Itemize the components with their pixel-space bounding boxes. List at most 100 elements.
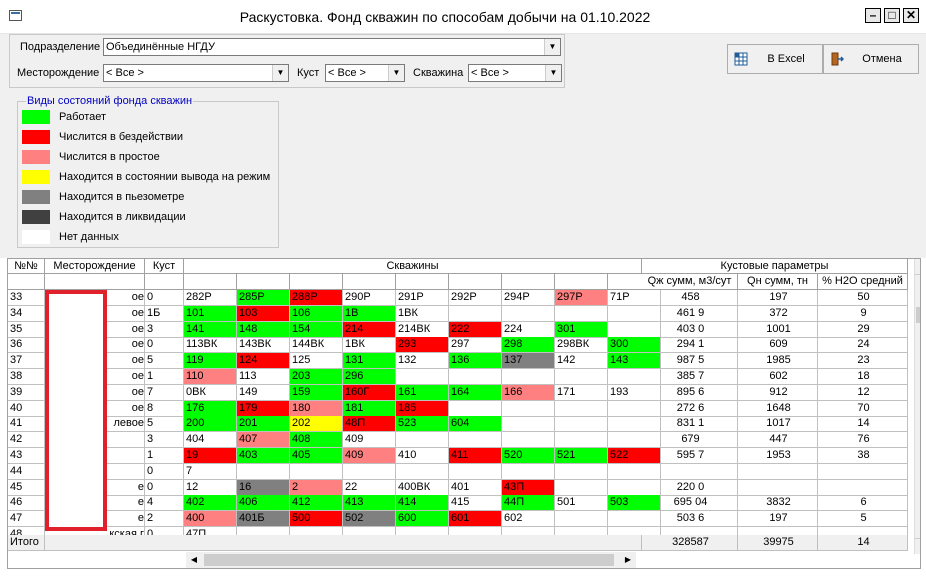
- well-cell[interactable]: 180: [290, 400, 343, 417]
- cancel-button[interactable]: Отмена: [823, 44, 919, 74]
- column-header-pad[interactable]: Куст: [145, 259, 184, 274]
- well-cell[interactable]: 406: [237, 495, 290, 512]
- wells-grid[interactable]: №№ Месторождение Куст Скважины Кустовые пара…: [7, 258, 921, 569]
- well-cell[interactable]: 43П: [502, 479, 555, 496]
- column-header-q-liquid[interactable]: Qж сумм, м3/сут: [642, 274, 738, 290]
- well-cell[interactable]: 44П: [502, 495, 555, 512]
- well-cell[interactable]: 201: [237, 416, 290, 433]
- well-cell[interactable]: [502, 400, 555, 417]
- well-cell[interactable]: 144ВК: [290, 337, 343, 354]
- well-cell[interactable]: [449, 305, 502, 322]
- well-select[interactable]: < Все > ▼: [468, 64, 562, 82]
- well-cell[interactable]: 297: [449, 337, 502, 354]
- well-cell[interactable]: 1ВК: [343, 337, 396, 354]
- well-cell[interactable]: 401: [449, 479, 502, 496]
- well-cell[interactable]: 301: [555, 321, 608, 338]
- well-cell[interactable]: 203: [290, 369, 343, 385]
- column-header-params[interactable]: Кустовые параметры: [642, 259, 908, 274]
- well-cell[interactable]: 409: [343, 432, 396, 449]
- well-cell[interactable]: 119: [184, 353, 237, 370]
- well-cell[interactable]: 142: [555, 353, 608, 370]
- well-cell[interactable]: 7: [184, 463, 237, 480]
- well-cell[interactable]: [502, 432, 555, 449]
- well-cell[interactable]: 601: [449, 511, 502, 528]
- well-cell[interactable]: [555, 432, 608, 449]
- well-cell[interactable]: 291Р: [396, 290, 449, 306]
- vertical-scrollbar[interactable]: ▲ ▼: [914, 259, 920, 554]
- well-cell[interactable]: 500: [290, 511, 343, 528]
- well-cell[interactable]: 285Р: [237, 290, 290, 306]
- well-cell[interactable]: 288Р: [290, 290, 343, 306]
- well-cell[interactable]: 181: [343, 400, 396, 417]
- well-cell[interactable]: 412: [290, 495, 343, 512]
- well-cell[interactable]: 414: [396, 495, 449, 512]
- scroll-right-icon[interactable]: ▶: [620, 552, 636, 568]
- well-cell[interactable]: 521: [555, 448, 608, 464]
- well-cell[interactable]: 159: [290, 384, 343, 401]
- well-cell[interactable]: 16: [237, 479, 290, 496]
- well-cell[interactable]: 12: [184, 479, 237, 496]
- well-cell[interactable]: 409: [343, 448, 396, 464]
- well-cell[interactable]: 501: [555, 495, 608, 512]
- well-cell[interactable]: 176: [184, 400, 237, 417]
- well-cell[interactable]: [449, 463, 502, 480]
- well-cell[interactable]: 600: [396, 511, 449, 528]
- well-cell[interactable]: 149: [237, 384, 290, 401]
- well-cell[interactable]: 106: [290, 305, 343, 322]
- well-cell[interactable]: 22: [343, 479, 396, 496]
- well-cell[interactable]: 602: [502, 511, 555, 528]
- well-cell[interactable]: [396, 369, 449, 385]
- well-cell[interactable]: [555, 400, 608, 417]
- well-cell[interactable]: 202: [290, 416, 343, 433]
- well-cell[interactable]: 48П: [343, 416, 396, 433]
- well-cell[interactable]: 131: [343, 353, 396, 370]
- well-cell[interactable]: 296: [343, 369, 396, 385]
- well-cell[interactable]: 185: [396, 400, 449, 417]
- well-cell[interactable]: [555, 305, 608, 322]
- well-cell[interactable]: 294Р: [502, 290, 555, 306]
- well-cell[interactable]: 298: [502, 337, 555, 354]
- well-cell[interactable]: 154: [290, 321, 343, 338]
- well-cell[interactable]: 403: [237, 448, 290, 464]
- well-cell[interactable]: 160Г: [343, 384, 396, 401]
- well-cell[interactable]: [396, 432, 449, 449]
- close-button[interactable]: ✕: [903, 8, 919, 23]
- well-cell[interactable]: 141: [184, 321, 237, 338]
- well-cell[interactable]: 298ВК: [555, 337, 608, 354]
- well-cell[interactable]: [502, 463, 555, 480]
- well-cell[interactable]: [555, 416, 608, 433]
- scroll-down-icon[interactable]: ▼: [915, 538, 920, 554]
- well-cell[interactable]: [449, 369, 502, 385]
- scroll-left-icon[interactable]: ◀: [186, 552, 202, 568]
- well-cell[interactable]: 166: [502, 384, 555, 401]
- well-cell[interactable]: [502, 416, 555, 433]
- well-cell[interactable]: 292Р: [449, 290, 502, 306]
- well-cell[interactable]: 179: [237, 400, 290, 417]
- well-cell[interactable]: 103: [237, 305, 290, 322]
- excel-button[interactable]: В Excel: [727, 44, 823, 74]
- well-cell[interactable]: 405: [290, 448, 343, 464]
- well-cell[interactable]: 410: [396, 448, 449, 464]
- well-cell[interactable]: 19: [184, 448, 237, 464]
- column-header-wells[interactable]: Скважины: [184, 259, 642, 274]
- well-cell[interactable]: 224: [502, 321, 555, 338]
- well-cell[interactable]: 124: [237, 353, 290, 370]
- well-cell[interactable]: 523: [396, 416, 449, 433]
- well-cell[interactable]: 400: [184, 511, 237, 528]
- column-header-no[interactable]: №№: [8, 259, 45, 274]
- well-cell[interactable]: [555, 511, 608, 528]
- well-cell[interactable]: 297Р: [555, 290, 608, 306]
- well-cell[interactable]: [502, 305, 555, 322]
- well-cell[interactable]: [449, 400, 502, 417]
- well-cell[interactable]: 161: [396, 384, 449, 401]
- column-header-q-oil[interactable]: Qн сумм, тн: [738, 274, 818, 290]
- scroll-thumb-horizontal[interactable]: [204, 554, 614, 566]
- pad-select[interactable]: < Все > ▼: [325, 64, 405, 82]
- well-cell[interactable]: 148: [237, 321, 290, 338]
- well-cell[interactable]: 137: [502, 353, 555, 370]
- well-cell[interactable]: 404: [184, 432, 237, 449]
- well-cell[interactable]: 171: [555, 384, 608, 401]
- well-cell[interactable]: 290Р: [343, 290, 396, 306]
- well-cell[interactable]: 402: [184, 495, 237, 512]
- well-cell[interactable]: [555, 369, 608, 385]
